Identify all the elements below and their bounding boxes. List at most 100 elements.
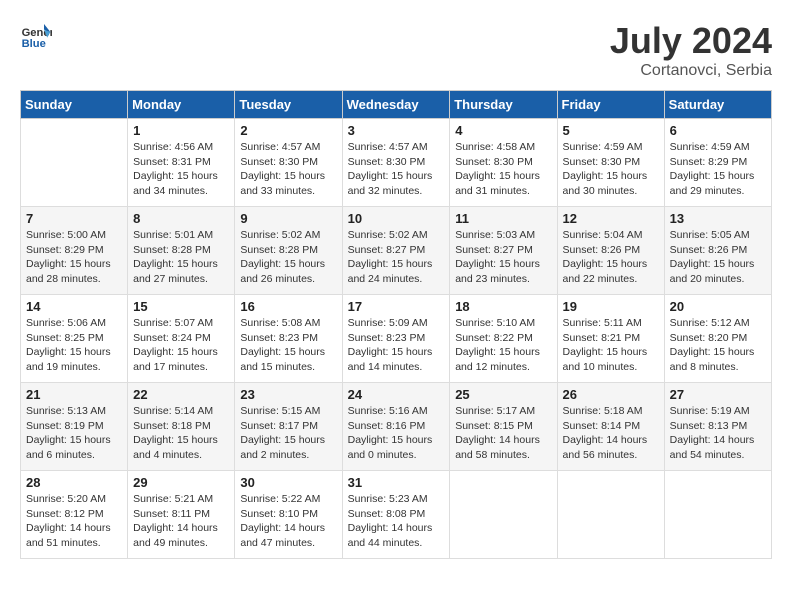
calendar-cell: 15 Sunrise: 5:07 AMSunset: 8:24 PMDayligh… xyxy=(128,295,235,383)
day-info: Sunrise: 4:59 AMSunset: 8:29 PMDaylight:… xyxy=(670,140,766,199)
header-friday: Friday xyxy=(557,91,664,119)
day-info: Sunrise: 4:57 AMSunset: 8:30 PMDaylight:… xyxy=(240,140,336,199)
day-info: Sunrise: 5:00 AMSunset: 8:29 PMDaylight:… xyxy=(26,228,122,287)
week-row-4: 21 Sunrise: 5:13 AMSunset: 8:19 PMDayligh… xyxy=(21,383,772,471)
week-row-2: 7Sunrise: 5:00 AMSunset: 8:29 PMDaylight… xyxy=(21,207,772,295)
day-number: 14 xyxy=(26,299,122,314)
day-info: Sunrise: 4:58 AMSunset: 8:30 PMDaylight:… xyxy=(455,140,551,199)
day-number: 9 xyxy=(240,211,336,226)
header-tuesday: Tuesday xyxy=(235,91,342,119)
day-number: 28 xyxy=(26,475,122,490)
day-number: 13 xyxy=(670,211,766,226)
day-number: 20 xyxy=(670,299,766,314)
calendar-cell: 24 Sunrise: 5:16 AMSunset: 8:16 PMDayligh… xyxy=(342,383,450,471)
header-thursday: Thursday xyxy=(450,91,557,119)
calendar-cell xyxy=(21,119,128,207)
calendar-cell xyxy=(664,471,771,559)
month-title: July 2024 xyxy=(610,20,772,62)
calendar-cell: 9 Sunrise: 5:02 AMSunset: 8:28 PMDaylight… xyxy=(235,207,342,295)
calendar-cell: 29Sunrise: 5:21 AMSunset: 8:11 PMDayligh… xyxy=(128,471,235,559)
day-number: 12 xyxy=(563,211,659,226)
day-info: Sunrise: 5:15 AMSunset: 8:17 PMDaylight:… xyxy=(240,404,336,463)
header-sunday: Sunday xyxy=(21,91,128,119)
day-info: Sunrise: 5:02 AMSunset: 8:27 PMDaylight:… xyxy=(348,228,445,287)
calendar-cell: 16 Sunrise: 5:08 AMSunset: 8:23 PMDayligh… xyxy=(235,295,342,383)
header-monday: Monday xyxy=(128,91,235,119)
day-info: Sunrise: 5:11 AMSunset: 8:21 PMDaylight:… xyxy=(563,316,659,375)
day-number: 5 xyxy=(563,123,659,138)
day-info: Sunrise: 5:21 AMSunset: 8:11 PMDaylight:… xyxy=(133,492,229,551)
day-number: 27 xyxy=(670,387,766,402)
day-number: 11 xyxy=(455,211,551,226)
day-number: 16 xyxy=(240,299,336,314)
logo-icon: General Blue xyxy=(20,20,52,52)
day-number: 23 xyxy=(240,387,336,402)
day-number: 22 xyxy=(133,387,229,402)
logo: General Blue xyxy=(20,20,52,52)
calendar-cell: 6 Sunrise: 4:59 AMSunset: 8:29 PMDaylight… xyxy=(664,119,771,207)
calendar-header-row: SundayMondayTuesdayWednesdayThursdayFrid… xyxy=(21,91,772,119)
day-info: Sunrise: 5:23 AMSunset: 8:08 PMDaylight:… xyxy=(348,492,445,551)
calendar-cell: 8 Sunrise: 5:01 AMSunset: 8:28 PMDaylight… xyxy=(128,207,235,295)
week-row-5: 28 Sunrise: 5:20 AMSunset: 8:12 PMDayligh… xyxy=(21,471,772,559)
day-info: Sunrise: 5:06 AMSunset: 8:25 PMDaylight:… xyxy=(26,316,122,375)
svg-text:Blue: Blue xyxy=(22,38,46,50)
calendar-cell: 31Sunrise: 5:23 AMSunset: 8:08 PMDayligh… xyxy=(342,471,450,559)
day-info: Sunrise: 5:20 AMSunset: 8:12 PMDaylight:… xyxy=(26,492,122,551)
calendar-cell: 28 Sunrise: 5:20 AMSunset: 8:12 PMDayligh… xyxy=(21,471,128,559)
day-number: 18 xyxy=(455,299,551,314)
day-number: 15 xyxy=(133,299,229,314)
calendar-cell: 22 Sunrise: 5:14 AMSunset: 8:18 PMDayligh… xyxy=(128,383,235,471)
day-info: Sunrise: 5:08 AMSunset: 8:23 PMDaylight:… xyxy=(240,316,336,375)
day-number: 21 xyxy=(26,387,122,402)
day-number: 3 xyxy=(348,123,445,138)
calendar-cell: 5 Sunrise: 4:59 AMSunset: 8:30 PMDaylight… xyxy=(557,119,664,207)
calendar-cell: 1Sunrise: 4:56 AMSunset: 8:31 PMDaylight… xyxy=(128,119,235,207)
day-number: 30 xyxy=(240,475,336,490)
day-number: 2 xyxy=(240,123,336,138)
calendar-cell: 13 Sunrise: 5:05 AMSunset: 8:26 PMDayligh… xyxy=(664,207,771,295)
calendar-cell: 3 Sunrise: 4:57 AMSunset: 8:30 PMDaylight… xyxy=(342,119,450,207)
day-info: Sunrise: 5:22 AMSunset: 8:10 PMDaylight:… xyxy=(240,492,336,551)
day-number: 1 xyxy=(133,123,229,138)
calendar-cell: 14 Sunrise: 5:06 AMSunset: 8:25 PMDayligh… xyxy=(21,295,128,383)
day-info: Sunrise: 5:05 AMSunset: 8:26 PMDaylight:… xyxy=(670,228,766,287)
day-info: Sunrise: 5:02 AMSunset: 8:28 PMDaylight:… xyxy=(240,228,336,287)
calendar-cell: 12Sunrise: 5:04 AMSunset: 8:26 PMDayligh… xyxy=(557,207,664,295)
calendar-cell xyxy=(450,471,557,559)
calendar: SundayMondayTuesdayWednesdayThursdayFrid… xyxy=(20,90,772,559)
day-info: Sunrise: 5:18 AMSunset: 8:14 PMDaylight:… xyxy=(563,404,659,463)
day-info: Sunrise: 5:14 AMSunset: 8:18 PMDaylight:… xyxy=(133,404,229,463)
day-info: Sunrise: 4:57 AMSunset: 8:30 PMDaylight:… xyxy=(348,140,445,199)
header-saturday: Saturday xyxy=(664,91,771,119)
day-info: Sunrise: 5:07 AMSunset: 8:24 PMDaylight:… xyxy=(133,316,229,375)
day-info: Sunrise: 5:13 AMSunset: 8:19 PMDaylight:… xyxy=(26,404,122,463)
day-number: 8 xyxy=(133,211,229,226)
day-info: Sunrise: 5:03 AMSunset: 8:27 PMDaylight:… xyxy=(455,228,551,287)
week-row-1: 1Sunrise: 4:56 AMSunset: 8:31 PMDaylight… xyxy=(21,119,772,207)
calendar-cell: 30 Sunrise: 5:22 AMSunset: 8:10 PMDayligh… xyxy=(235,471,342,559)
calendar-cell xyxy=(557,471,664,559)
day-info: Sunrise: 5:10 AMSunset: 8:22 PMDaylight:… xyxy=(455,316,551,375)
calendar-cell: 7Sunrise: 5:00 AMSunset: 8:29 PMDaylight… xyxy=(21,207,128,295)
day-number: 24 xyxy=(348,387,445,402)
calendar-cell: 18 Sunrise: 5:10 AMSunset: 8:22 PMDayligh… xyxy=(450,295,557,383)
title-area: July 2024 Cortanovci, Serbia xyxy=(610,20,772,80)
calendar-cell: 27 Sunrise: 5:19 AMSunset: 8:13 PMDayligh… xyxy=(664,383,771,471)
day-info: Sunrise: 4:59 AMSunset: 8:30 PMDaylight:… xyxy=(563,140,659,199)
header: General Blue July 2024 Cortanovci, Serbi… xyxy=(20,20,772,80)
day-info: Sunrise: 5:17 AMSunset: 8:15 PMDaylight:… xyxy=(455,404,551,463)
day-number: 25 xyxy=(455,387,551,402)
day-info: Sunrise: 5:09 AMSunset: 8:23 PMDaylight:… xyxy=(348,316,445,375)
day-info: Sunrise: 5:19 AMSunset: 8:13 PMDaylight:… xyxy=(670,404,766,463)
day-number: 6 xyxy=(670,123,766,138)
day-number: 26 xyxy=(563,387,659,402)
day-number: 17 xyxy=(348,299,445,314)
calendar-cell: 10 Sunrise: 5:02 AMSunset: 8:27 PMDayligh… xyxy=(342,207,450,295)
calendar-cell: 4Sunrise: 4:58 AMSunset: 8:30 PMDaylight… xyxy=(450,119,557,207)
week-row-3: 14 Sunrise: 5:06 AMSunset: 8:25 PMDayligh… xyxy=(21,295,772,383)
day-info: Sunrise: 5:16 AMSunset: 8:16 PMDaylight:… xyxy=(348,404,445,463)
day-number: 10 xyxy=(348,211,445,226)
day-info: Sunrise: 5:01 AMSunset: 8:28 PMDaylight:… xyxy=(133,228,229,287)
day-number: 19 xyxy=(563,299,659,314)
